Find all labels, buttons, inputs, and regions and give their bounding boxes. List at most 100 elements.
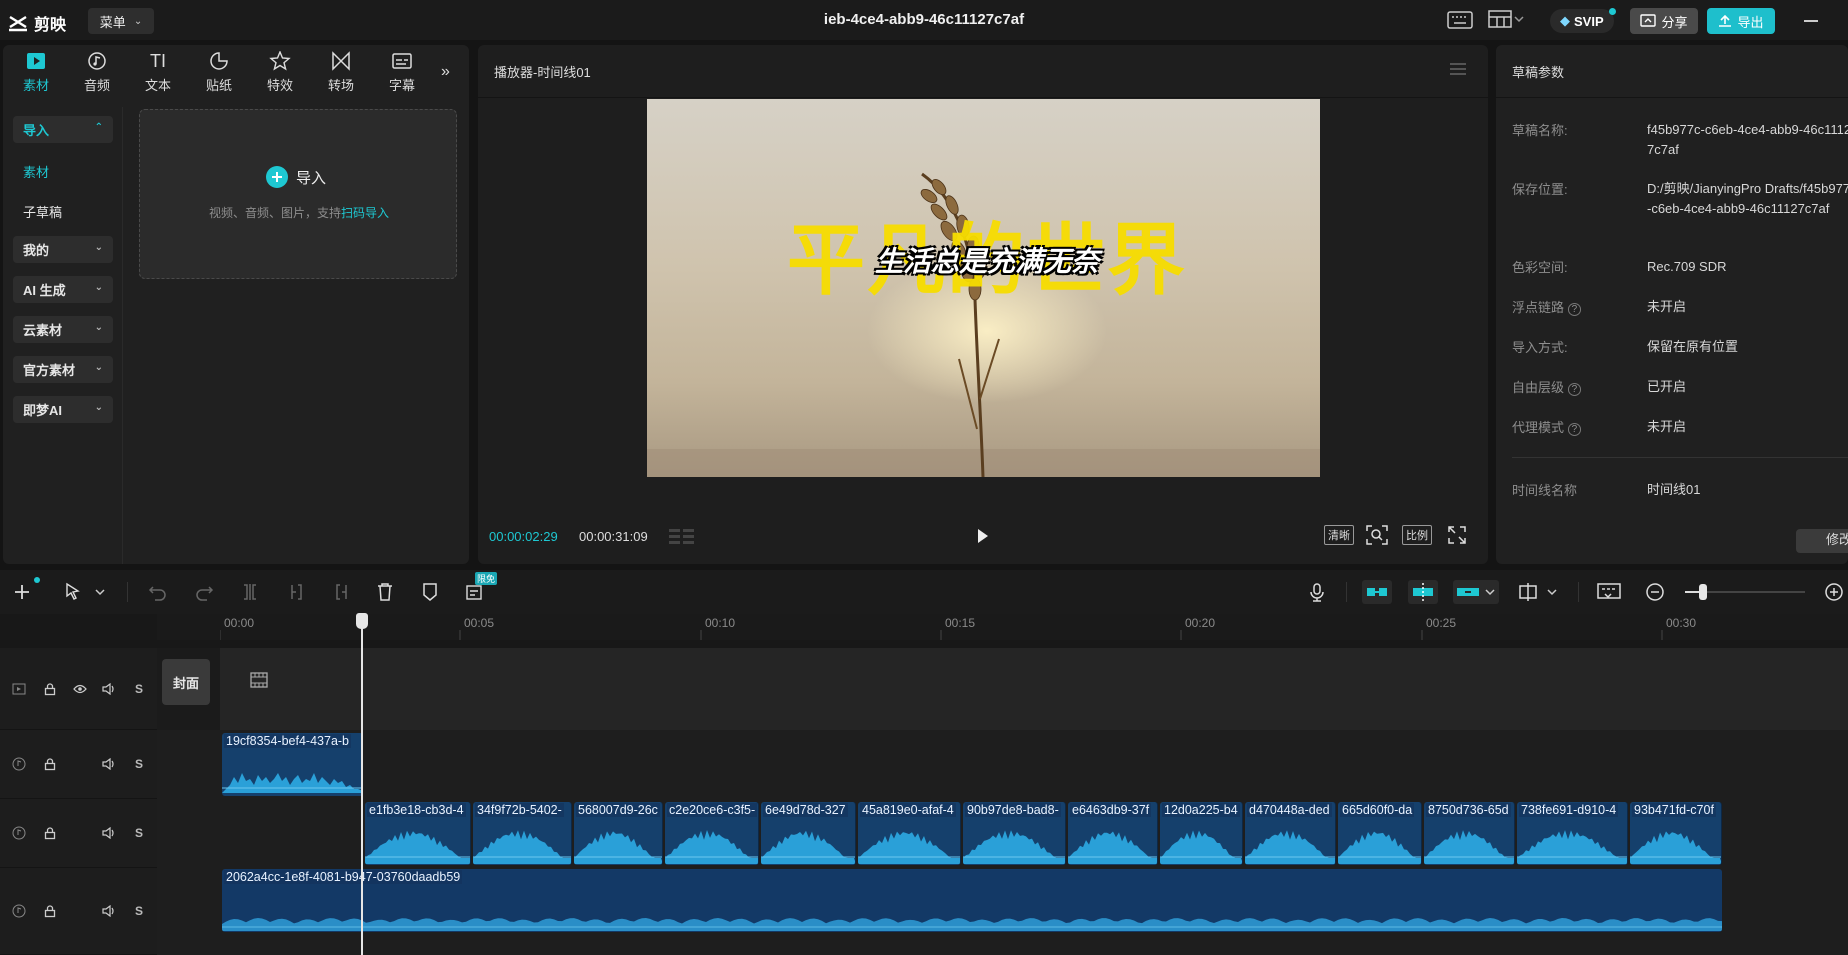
- speaker-icon[interactable]: [102, 758, 116, 770]
- overlay-subtitle-text[interactable]: 生活总是充满无奈: [807, 240, 1167, 280]
- speaker-icon[interactable]: [102, 682, 116, 695]
- solo-button[interactable]: S: [135, 826, 143, 840]
- waveform: [963, 830, 1065, 864]
- play-icon[interactable]: [976, 527, 990, 545]
- sidebar-item-subdraft[interactable]: 子草稿: [13, 198, 113, 225]
- import-button[interactable]: 导入: [266, 166, 326, 188]
- solo-button[interactable]: S: [135, 757, 143, 771]
- help-icon[interactable]: ?: [1567, 303, 1582, 316]
- clip-label: 34f9f72b-5402-: [475, 803, 564, 817]
- tab-audio[interactable]: 音频: [72, 51, 122, 99]
- zoom-out-icon[interactable]: [1645, 582, 1665, 602]
- sidebar-item-mine[interactable]: 我的 ⌄: [13, 236, 113, 263]
- auto-snap-button[interactable]: [1408, 580, 1438, 604]
- audio-clip[interactable]: 665d60f0-da: [1338, 802, 1422, 865]
- tab-transition[interactable]: 转场: [316, 51, 366, 99]
- audio-clip[interactable]: 6e49d78d-327: [761, 802, 856, 865]
- audio-clip[interactable]: 568007d9-26c: [574, 802, 663, 865]
- subtitle-icon: [391, 51, 413, 71]
- ratio-button[interactable]: 比例: [1402, 525, 1432, 545]
- preview-axis-button[interactable]: [1518, 580, 1564, 604]
- split-icon[interactable]: [240, 582, 260, 602]
- audio-clip[interactable]: 2062a4cc-1e8f-4081-b947-03760daadb59: [222, 869, 1722, 932]
- sidebar-item-media[interactable]: 素材: [13, 158, 113, 185]
- help-icon[interactable]: ?: [1567, 383, 1582, 396]
- delete-icon[interactable]: [375, 582, 395, 602]
- sidebar-item-cloud[interactable]: 云素材 ⌄: [13, 316, 113, 343]
- tab-text[interactable]: TI 文本: [133, 51, 183, 99]
- speaker-icon[interactable]: [102, 827, 116, 839]
- audio-clip[interactable]: 738fe691-d910-4: [1517, 802, 1628, 865]
- zoom-frame-icon[interactable]: [1366, 525, 1388, 545]
- video-track-lane[interactable]: [220, 648, 1848, 730]
- lock-icon[interactable]: [44, 758, 56, 771]
- audio-track-lane-1[interactable]: [157, 730, 1848, 799]
- audio-clip[interactable]: d470448a-ded: [1245, 802, 1336, 865]
- solo-button[interactable]: S: [135, 682, 143, 696]
- clip-label: e1fb3e18-cb3d-4: [367, 803, 466, 817]
- audio-clip[interactable]: e6463db9-37f: [1068, 802, 1158, 865]
- audio-clip[interactable]: 93b471fd-c70f: [1630, 802, 1722, 865]
- player-panel: 播放器-时间线01 平凡的世界 生活总是充满无奈 00:00:02:29 00:…: [478, 45, 1488, 564]
- playhead-handle[interactable]: [356, 613, 368, 629]
- audio-clip[interactable]: 90b97de8-bad8-: [963, 802, 1066, 865]
- audio-clip[interactable]: 8750d736-65d: [1424, 802, 1515, 865]
- help-icon[interactable]: ?: [1567, 423, 1582, 436]
- video-preview[interactable]: 平凡的世界 生活总是充满无奈: [647, 99, 1320, 477]
- minimize-icon[interactable]: [1804, 20, 1818, 22]
- audio-clip[interactable]: e1fb3e18-cb3d-4: [365, 802, 471, 865]
- param-label: 导入方式:: [1512, 340, 1568, 355]
- solo-button[interactable]: S: [135, 904, 143, 918]
- lock-icon[interactable]: [44, 682, 56, 695]
- lock-icon[interactable]: [44, 905, 56, 918]
- cover-button[interactable]: 封面: [162, 659, 210, 705]
- select-tool-icon[interactable]: [64, 582, 106, 602]
- eye-icon[interactable]: [73, 684, 87, 694]
- undo-icon[interactable]: [148, 582, 168, 602]
- import-dropzone[interactable]: 导入 视频、音频、图片，支持扫码导入: [139, 109, 457, 279]
- audio-clip[interactable]: c2e20ce6-c3f5-: [665, 802, 759, 865]
- audio-clip[interactable]: 45a819e0-afaf-4: [858, 802, 961, 865]
- add-track-icon[interactable]: [12, 577, 40, 602]
- share-button[interactable]: 分享: [1630, 8, 1698, 34]
- tab-effects[interactable]: 特效: [255, 51, 305, 99]
- sidebar-item-ai-generate[interactable]: AI 生成 ⌄: [13, 276, 113, 303]
- split-left-icon[interactable]: [286, 582, 306, 602]
- tab-media[interactable]: 素材: [11, 51, 61, 99]
- zoom-slider-handle[interactable]: [1699, 584, 1707, 600]
- audio-clip[interactable]: 12d0a225-b4: [1160, 802, 1243, 865]
- speaker-icon[interactable]: [102, 905, 116, 917]
- remove-filler-icon[interactable]: 限免: [465, 572, 498, 602]
- sidebar-item-dreamina[interactable]: 即梦AI ⌄: [13, 396, 113, 423]
- shortcut-keyboard-icon[interactable]: [1447, 11, 1473, 29]
- fullscreen-icon[interactable]: [1448, 526, 1466, 544]
- clip-label: 8750d736-65d: [1426, 803, 1511, 817]
- timecode-grid-icon[interactable]: [668, 527, 696, 545]
- sidebar-item-official[interactable]: 官方素材 ⌄: [13, 356, 113, 383]
- sidebar-item-import[interactable]: 导入 ⌃: [13, 116, 113, 143]
- microphone-icon[interactable]: [1307, 582, 1327, 602]
- main-track-magnet-button[interactable]: [1362, 580, 1392, 604]
- lock-icon[interactable]: [44, 827, 56, 840]
- audio-clip[interactable]: 34f9f72b-5402-: [473, 802, 572, 865]
- panel-menu-icon[interactable]: [1450, 63, 1466, 75]
- layout-icon[interactable]: [1488, 10, 1524, 30]
- tab-subtitle[interactable]: 字幕: [377, 51, 427, 99]
- audio-clip[interactable]: 19cf8354-bef4-437a-b: [222, 733, 363, 796]
- marker-icon[interactable]: [420, 582, 440, 602]
- track-header-audio-3: S: [0, 868, 157, 955]
- redo-icon[interactable]: [194, 582, 214, 602]
- clarity-button[interactable]: 清晰: [1324, 525, 1354, 545]
- timeline-fit-icon[interactable]: [1597, 582, 1621, 602]
- tab-sticker[interactable]: 贴纸: [194, 51, 244, 99]
- split-right-icon[interactable]: [332, 582, 352, 602]
- svip-badge[interactable]: ◆ SVIP: [1550, 8, 1616, 33]
- export-button[interactable]: 导出: [1707, 8, 1775, 34]
- modify-button[interactable]: 修改: [1796, 529, 1848, 553]
- clip-label: 2062a4cc-1e8f-4081-b947-03760daadb59: [224, 870, 463, 884]
- more-tabs-icon[interactable]: »: [441, 63, 450, 81]
- scan-import-link[interactable]: 扫码导入: [341, 206, 389, 220]
- linkage-button[interactable]: [1453, 580, 1499, 604]
- zoom-in-icon[interactable]: [1824, 582, 1844, 602]
- playhead-line[interactable]: [361, 618, 363, 955]
